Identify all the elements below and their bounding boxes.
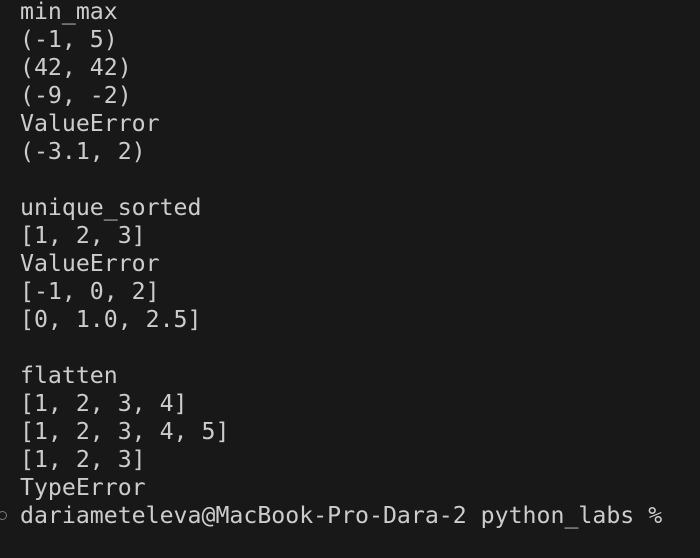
command-status-dot-icon [0, 511, 7, 520]
output-line: (-3.1, 2) [20, 138, 146, 165]
output-line: min_max [20, 0, 118, 25]
output-line: TypeError [20, 474, 146, 501]
output-line: ValueError [20, 250, 160, 277]
output-line: [1, 2, 3] [20, 222, 146, 249]
output-line: ValueError [20, 110, 160, 137]
output-line: [1, 2, 3, 4, 5] [20, 418, 230, 445]
output-line: [1, 2, 3] [20, 446, 146, 473]
output-line: (-9, -2) [20, 82, 132, 109]
output-line: flatten [20, 362, 118, 389]
prompt-text: dariameteleva@MacBook-Pro-Dara-2 python_… [20, 502, 663, 529]
terminal-output: min_max (-1, 5) (42, 42) (-9, -2) ValueE… [0, 0, 663, 530]
shell-prompt[interactable]: dariameteleva@MacBook-Pro-Dara-2 python_… [0, 502, 663, 530]
output-line: [1, 2, 3, 4] [20, 390, 188, 417]
output-line: (-1, 5) [20, 26, 118, 53]
output-line: [-1, 0, 2] [20, 278, 160, 305]
output-line: unique_sorted [20, 194, 202, 221]
output-line: [0, 1.0, 2.5] [20, 306, 202, 333]
output-line: (42, 42) [20, 54, 132, 81]
